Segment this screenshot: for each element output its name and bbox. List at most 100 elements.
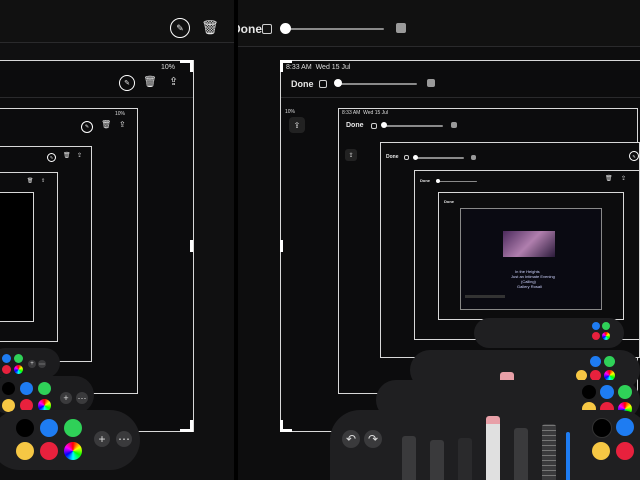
color-red[interactable] bbox=[616, 442, 634, 460]
opacity-full-square[interactable] bbox=[427, 79, 435, 87]
color-multicolor[interactable] bbox=[602, 332, 610, 340]
trash-icon[interactable]: 🗑 bbox=[101, 120, 111, 129]
opacity-slider-knob[interactable] bbox=[334, 79, 342, 87]
more-icon[interactable]: ⋯ bbox=[38, 360, 46, 368]
undo-icon[interactable]: ↶ bbox=[342, 430, 360, 448]
opacity-toggle-checkbox[interactable] bbox=[262, 24, 272, 34]
right-screen-pane: Wed 15 Jul Done 8:33 AM Wed 15 Jul Done … bbox=[238, 0, 640, 480]
more-icon[interactable]: ⋯ bbox=[76, 392, 88, 404]
color-black[interactable] bbox=[16, 419, 34, 437]
done-button[interactable]: Done bbox=[346, 122, 364, 129]
plus-icon[interactable]: + bbox=[94, 431, 110, 447]
opacity-full-square[interactable] bbox=[471, 155, 476, 160]
color-red[interactable] bbox=[592, 332, 600, 340]
done-button[interactable]: Done bbox=[444, 199, 454, 204]
opacity-slider-knob[interactable] bbox=[280, 23, 291, 34]
crop-handle[interactable] bbox=[180, 60, 193, 63]
opacity-slider-knob[interactable] bbox=[381, 122, 387, 128]
opacity-toggle-checkbox[interactable] bbox=[404, 155, 409, 160]
status-time-date: 8:33 AM Wed 15 Jul bbox=[286, 64, 351, 71]
share-icon[interactable]: ⇪ bbox=[119, 120, 126, 129]
color-yellow[interactable] bbox=[16, 442, 34, 460]
opacity-full-square[interactable] bbox=[396, 23, 406, 33]
trash-icon[interactable]: 🗑 bbox=[605, 175, 613, 182]
eraser-tool[interactable] bbox=[486, 416, 500, 480]
color-red[interactable] bbox=[40, 442, 58, 460]
color-blue[interactable] bbox=[40, 419, 58, 437]
markup-pen-icon[interactable]: ✎ bbox=[629, 151, 639, 161]
done-button[interactable]: Done bbox=[238, 22, 262, 36]
opacity-toggle-checkbox[interactable] bbox=[319, 80, 327, 88]
color-blue[interactable] bbox=[20, 382, 33, 395]
share-icon[interactable]: ⇪ bbox=[77, 152, 82, 159]
opacity-slider-track[interactable] bbox=[385, 125, 443, 127]
done-button[interactable]: Done bbox=[420, 178, 430, 183]
color-blue[interactable] bbox=[600, 385, 614, 399]
color-yellow[interactable] bbox=[592, 442, 610, 460]
opacity-toggle-checkbox[interactable] bbox=[371, 123, 377, 129]
trash-icon[interactable]: 🗑 bbox=[27, 178, 33, 184]
color-black[interactable] bbox=[2, 382, 15, 395]
opacity-full-square[interactable] bbox=[451, 122, 457, 128]
trash-icon[interactable]: 🗑 bbox=[201, 17, 219, 37]
plus-icon[interactable]: + bbox=[60, 392, 72, 404]
color-green[interactable] bbox=[14, 354, 23, 363]
screenshot-frame-level5[interactable] bbox=[0, 192, 34, 322]
opacity-slider-knob[interactable] bbox=[436, 179, 440, 183]
lasso-tool[interactable] bbox=[514, 428, 528, 480]
done-button[interactable]: Done bbox=[291, 79, 314, 89]
share-icon[interactable]: ⇪ bbox=[41, 178, 45, 184]
color-black[interactable] bbox=[582, 385, 596, 399]
crop-handle[interactable] bbox=[280, 429, 292, 432]
done-button[interactable]: Done bbox=[386, 154, 399, 160]
color-green[interactable] bbox=[64, 419, 82, 437]
share-icon[interactable]: ⇪ bbox=[345, 149, 357, 161]
status-battery: 10% bbox=[285, 109, 296, 115]
color-blue[interactable] bbox=[2, 354, 11, 363]
crop-handle[interactable] bbox=[280, 240, 283, 252]
crop-handle[interactable] bbox=[280, 60, 283, 72]
ruler-tool[interactable] bbox=[542, 424, 556, 480]
markup-pen-icon[interactable]: ✎ bbox=[119, 75, 135, 91]
trash-icon[interactable]: 🗑 bbox=[63, 152, 71, 159]
plus-icon[interactable]: + bbox=[28, 360, 36, 368]
color-multicolor[interactable] bbox=[14, 365, 23, 374]
opacity-slider-track[interactable] bbox=[339, 83, 417, 85]
fountain-pen-tool[interactable] bbox=[566, 432, 570, 480]
crop-handle[interactable] bbox=[190, 240, 193, 252]
color-black[interactable] bbox=[592, 418, 612, 438]
color-green[interactable] bbox=[602, 322, 610, 330]
opacity-slider-track[interactable] bbox=[416, 157, 464, 159]
marker-tool[interactable] bbox=[430, 440, 444, 480]
inner-page-bar bbox=[465, 295, 505, 298]
redo-icon[interactable]: ↷ bbox=[364, 430, 382, 448]
markup-pen-icon[interactable]: ✎ bbox=[81, 121, 93, 133]
left-screen-pane: ✎ 🗑 10% ✎ 🗑 ⇪ 10% ✎ 🗑 ⇪ ✎ 🗑 ⇪ 🗑 ⇪ + ⋯ + … bbox=[0, 0, 234, 480]
markup-pen-icon[interactable]: ✎ bbox=[47, 153, 56, 162]
color-blue[interactable] bbox=[590, 356, 601, 367]
inner-webpage: In the Heights Just an Intimate Evening … bbox=[460, 208, 602, 310]
color-blue[interactable] bbox=[616, 418, 634, 436]
color-red[interactable] bbox=[2, 365, 11, 374]
opacity-slider-track[interactable] bbox=[439, 181, 477, 182]
opacity-slider-knob[interactable] bbox=[413, 155, 418, 160]
color-green[interactable] bbox=[618, 385, 632, 399]
drawing-toolbar-small bbox=[474, 318, 624, 348]
markup-pen-icon[interactable]: ✎ bbox=[170, 18, 190, 38]
opacity-slider-track[interactable] bbox=[286, 28, 384, 30]
share-icon[interactable]: ⇪ bbox=[621, 175, 626, 182]
color-multicolor[interactable] bbox=[64, 442, 82, 460]
drawing-toolbar-main: ↶ ↷ bbox=[330, 410, 640, 480]
pen-tool[interactable] bbox=[402, 436, 416, 480]
more-icon[interactable]: ⋯ bbox=[116, 431, 132, 447]
pencil-tool[interactable] bbox=[458, 438, 472, 480]
trash-icon[interactable]: 🗑 bbox=[143, 75, 157, 88]
color-green[interactable] bbox=[604, 356, 615, 367]
share-icon[interactable]: ⇪ bbox=[169, 75, 178, 88]
status-time-date: 8:33 AM Wed 15 Jul bbox=[342, 110, 389, 116]
crop-handle[interactable] bbox=[180, 429, 193, 432]
share-icon[interactable]: ⇪ bbox=[289, 117, 305, 133]
status-battery: 10% bbox=[160, 64, 175, 71]
color-green[interactable] bbox=[38, 382, 51, 395]
color-blue[interactable] bbox=[592, 322, 600, 330]
